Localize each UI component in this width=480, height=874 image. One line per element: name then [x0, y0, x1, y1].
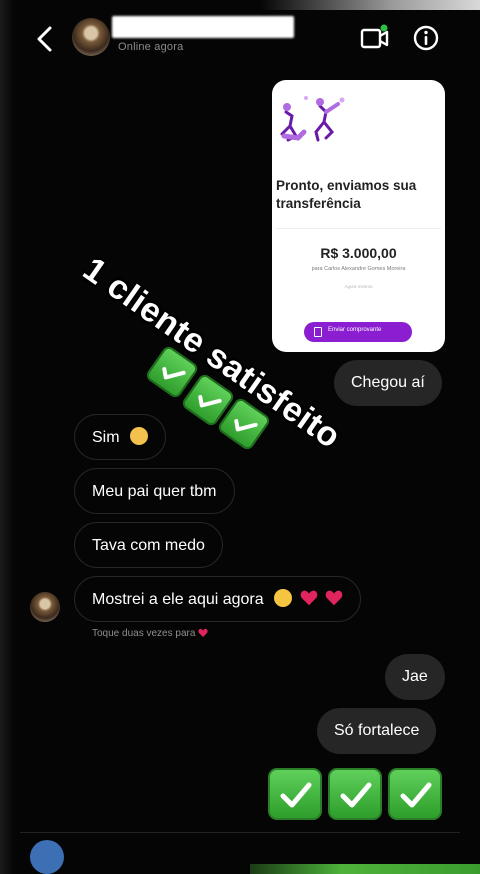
composer-divider — [20, 832, 460, 833]
video-call-button[interactable] — [360, 24, 390, 52]
check-mark-icon[interactable] — [268, 768, 322, 820]
message-text: Só fortalece — [334, 722, 420, 739]
heart-icon — [325, 590, 343, 605]
info-button[interactable] — [412, 24, 440, 52]
transfer-date: Agora mesmo — [344, 284, 373, 289]
message-bubble-out[interactable]: Chegou aí — [334, 360, 442, 406]
message-text: Tava com medo — [92, 537, 205, 554]
message-text: Mostrei a ele aqui agora — [92, 591, 264, 608]
message-bubble-out[interactable]: Só fortalece — [317, 708, 437, 754]
laughing-face-icon — [274, 588, 293, 607]
online-status: Online agora — [118, 41, 184, 53]
send-receipt-label: Enviar comprovante — [328, 327, 382, 333]
celebration-illustration — [280, 96, 345, 142]
transfer-recipient: para Carlos Alexandre Gomes Moreira — [311, 266, 406, 272]
clapping-hands-icon — [130, 426, 149, 445]
message-bubble-out[interactable]: Jae — [385, 654, 445, 700]
check-mark-icon[interactable] — [328, 768, 382, 820]
chat-screen: Online agora Pronto, enviamos sua transf… — [0, 0, 480, 874]
info-icon — [413, 25, 439, 51]
double-tap-hint: Toque duas vezes para — [92, 628, 208, 639]
heart-icon — [300, 590, 317, 605]
message-bubble-in[interactable]: Tava com medo — [74, 522, 223, 568]
amount-section: R$ 3.000,00 para Carlos Alexandre Gomes … — [276, 228, 441, 298]
message-bubble-in[interactable]: Mostrei a ele aqui agora — [74, 576, 362, 622]
contact-avatar[interactable] — [72, 18, 110, 56]
screen-edge-bottom — [250, 864, 480, 874]
chevron-left-icon — [37, 26, 52, 52]
screen-edge — [0, 0, 14, 874]
back-button[interactable] — [30, 22, 58, 56]
sender-avatar[interactable] — [30, 592, 60, 622]
send-receipt-button[interactable]: Enviar comprovante — [304, 322, 412, 342]
transfer-receipt-card[interactable]: Pronto, enviamos sua transferência R$ 3.… — [272, 80, 445, 352]
message-text: Chegou aí — [351, 374, 425, 391]
chat-header: Online agora — [0, 0, 480, 74]
check-mark-icon[interactable] — [388, 768, 442, 820]
message-bubble-in[interactable]: Meu pai quer tbm — [74, 468, 235, 514]
message-text: Sim — [92, 429, 120, 446]
hint-text: Toque duas vezes para — [92, 628, 196, 639]
heart-icon — [198, 629, 208, 638]
contact-name-redacted[interactable] — [112, 16, 294, 38]
message-text: Jae — [402, 668, 428, 685]
video-call-icon — [360, 24, 389, 49]
message-text: Meu pai quer tbm — [92, 483, 217, 500]
receipt-icon — [314, 327, 322, 337]
camera-button[interactable] — [30, 840, 64, 874]
transfer-amount: R$ 3.000,00 — [320, 245, 397, 261]
transfer-confirmation-title: Pronto, enviamos sua transferência — [276, 178, 417, 211]
message-bubble-in[interactable]: Sim — [74, 414, 167, 460]
